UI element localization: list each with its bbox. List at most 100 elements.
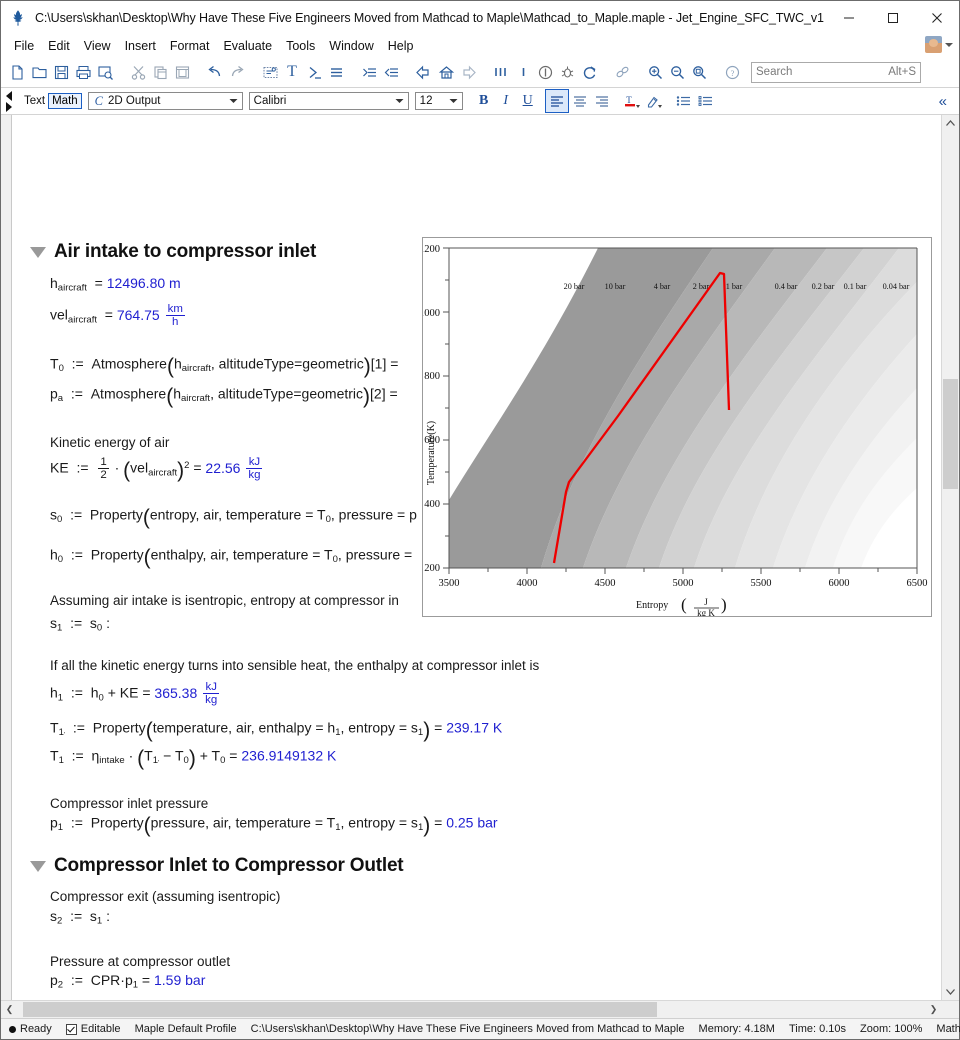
debug-icon[interactable] bbox=[556, 60, 578, 84]
zoom-select-icon[interactable] bbox=[688, 60, 710, 84]
close-button[interactable] bbox=[915, 1, 959, 35]
home-icon[interactable] bbox=[435, 60, 457, 84]
p2-eq[interactable]: p2 := CPR·p1 = 1.59 bar bbox=[50, 972, 205, 991]
bold-button[interactable]: B bbox=[473, 90, 495, 112]
account-area[interactable] bbox=[925, 36, 953, 53]
save-icon[interactable] bbox=[50, 60, 72, 84]
vertical-scroll-track[interactable] bbox=[942, 132, 959, 983]
print-preview-icon[interactable] bbox=[94, 60, 116, 84]
menu-evaluate[interactable]: Evaluate bbox=[216, 37, 279, 55]
menu-file[interactable]: File bbox=[7, 37, 41, 55]
menu-view[interactable]: View bbox=[77, 37, 118, 55]
execute-worksheet-icon[interactable] bbox=[490, 60, 512, 84]
s2-eq[interactable]: s2 := s1 : bbox=[50, 908, 110, 927]
numbered-list-icon[interactable] bbox=[695, 90, 717, 112]
restart-icon[interactable] bbox=[578, 60, 600, 84]
minimize-button[interactable] bbox=[827, 1, 871, 35]
select-region-icon[interactable] bbox=[259, 60, 281, 84]
execute-group-icon[interactable] bbox=[325, 60, 347, 84]
menu-window[interactable]: Window bbox=[322, 37, 380, 55]
align-center-icon[interactable] bbox=[569, 90, 591, 112]
section-header-2[interactable]: Compressor Inlet to Compressor Outlet bbox=[30, 855, 403, 877]
indent-icon[interactable] bbox=[358, 60, 380, 84]
status-ready-label: Ready bbox=[20, 1023, 52, 1035]
hyperlink-icon[interactable] bbox=[611, 60, 633, 84]
math-mode-button[interactable]: Math bbox=[48, 93, 82, 109]
align-left-icon[interactable] bbox=[545, 89, 569, 113]
copy-icon[interactable] bbox=[149, 60, 171, 84]
menu-help[interactable]: Help bbox=[381, 37, 421, 55]
underline-button[interactable]: U bbox=[517, 90, 539, 112]
s0-property-eq[interactable]: s0 := Property(entropy, air, temperature… bbox=[50, 506, 417, 530]
dock-left-icon[interactable] bbox=[6, 91, 12, 101]
bullet-list-icon[interactable] bbox=[673, 90, 695, 112]
collapse-triangle-icon[interactable] bbox=[30, 861, 46, 872]
collapse-toolbar-button[interactable]: « bbox=[939, 93, 947, 110]
zoom-in-icon[interactable] bbox=[644, 60, 666, 84]
outdent-icon[interactable] bbox=[380, 60, 402, 84]
collapse-triangle-icon[interactable] bbox=[30, 247, 46, 258]
scroll-left-button[interactable]: ❮ bbox=[1, 1001, 18, 1018]
avatar[interactable] bbox=[925, 36, 942, 53]
zoom-out-icon[interactable] bbox=[666, 60, 688, 84]
toolbar-dock-handle[interactable] bbox=[3, 88, 15, 114]
menu-edit[interactable]: Edit bbox=[41, 37, 77, 55]
chevron-down-icon[interactable] bbox=[226, 98, 242, 104]
h0-property-eq[interactable]: h0 := Property(enthalpy, air, temperatur… bbox=[50, 546, 412, 570]
font-combo[interactable]: Calibri bbox=[249, 92, 409, 110]
chevron-down-icon[interactable] bbox=[446, 98, 462, 104]
section-header-1[interactable]: Air intake to compressor inlet bbox=[30, 241, 316, 263]
status-editable[interactable]: Editable bbox=[66, 1023, 121, 1035]
size-combo[interactable]: 12 bbox=[415, 92, 463, 110]
ke-eq[interactable]: KE := 12 · (velaircraft)2 = 22.56 kJkg bbox=[50, 456, 264, 483]
t1prime-eq[interactable]: T1' := Property(temperature, air, enthal… bbox=[50, 719, 502, 743]
highlighter-icon[interactable] bbox=[643, 90, 665, 112]
scroll-down-button[interactable] bbox=[942, 983, 959, 1000]
dock-right-icon[interactable] bbox=[6, 102, 12, 112]
new-document-icon[interactable] bbox=[6, 60, 28, 84]
scroll-up-button[interactable] bbox=[942, 115, 959, 132]
ts-diagram-plot[interactable]: 20 bar 10 bar 4 bar 2 bar 1 bar 0.4 bar … bbox=[422, 237, 932, 617]
redo-icon[interactable] bbox=[226, 60, 248, 84]
pa-atmosphere-eq[interactable]: pa := Atmosphere(haircraft, altitudeType… bbox=[50, 385, 398, 409]
text-mode-button[interactable]: Text bbox=[21, 94, 48, 108]
style-combo[interactable]: C 2D Output bbox=[88, 92, 243, 110]
text-mode-icon[interactable]: T bbox=[281, 60, 303, 84]
interrupt-icon[interactable] bbox=[534, 60, 556, 84]
italic-button[interactable]: I bbox=[495, 90, 517, 112]
menu-tools[interactable]: Tools bbox=[279, 37, 322, 55]
h1-eq[interactable]: h1 := h0 + KE = 365.38 kJkg bbox=[50, 681, 221, 707]
forward-icon[interactable] bbox=[457, 60, 479, 84]
maximize-button[interactable] bbox=[871, 1, 915, 35]
paste-icon[interactable] bbox=[171, 60, 193, 84]
checkbox-icon[interactable] bbox=[66, 1024, 77, 1035]
t0-atmosphere-eq[interactable]: T0 := Atmosphere(haircraft, altitudeType… bbox=[50, 355, 398, 379]
text-color-icon[interactable]: T bbox=[621, 90, 643, 112]
horizontal-scrollbar[interactable]: ❮ ❯ bbox=[1, 1000, 959, 1018]
search-input[interactable]: Search Alt+S bbox=[751, 62, 921, 83]
help-icon[interactable]: ? bbox=[721, 60, 743, 84]
math-mode-icon[interactable] bbox=[303, 60, 325, 84]
s1-eq[interactable]: s1 := s0 : bbox=[50, 615, 110, 634]
worksheet-canvas[interactable]: Air intake to compressor inlet haircraft… bbox=[12, 115, 941, 1000]
print-icon[interactable] bbox=[72, 60, 94, 84]
h-aircraft-eq[interactable]: haircraft = 12496.80 m bbox=[50, 275, 181, 294]
execute-selection-icon[interactable] bbox=[512, 60, 534, 84]
undo-icon[interactable] bbox=[204, 60, 226, 84]
t1-eq[interactable]: T1 := ηintake · (T1' − T0) + T0 = 236.91… bbox=[50, 747, 336, 771]
horizontal-scroll-thumb[interactable] bbox=[23, 1002, 658, 1017]
vertical-scrollbar[interactable] bbox=[941, 115, 959, 1000]
horizontal-scroll-track[interactable] bbox=[18, 1001, 925, 1018]
vel-aircraft-eq[interactable]: velaircraft = 764.75 kmh bbox=[50, 303, 187, 329]
p1-eq[interactable]: p1 := Property(pressure, air, temperatur… bbox=[50, 814, 498, 838]
back-icon[interactable] bbox=[413, 60, 435, 84]
menu-format[interactable]: Format bbox=[163, 37, 217, 55]
cut-icon[interactable] bbox=[127, 60, 149, 84]
chevron-down-icon[interactable] bbox=[945, 43, 953, 47]
vertical-scroll-thumb[interactable] bbox=[943, 379, 958, 490]
align-right-icon[interactable] bbox=[591, 90, 613, 112]
open-folder-icon[interactable] bbox=[28, 60, 50, 84]
scroll-right-button[interactable]: ❯ bbox=[925, 1001, 942, 1018]
menu-insert[interactable]: Insert bbox=[118, 37, 163, 55]
chevron-down-icon[interactable] bbox=[392, 98, 408, 104]
